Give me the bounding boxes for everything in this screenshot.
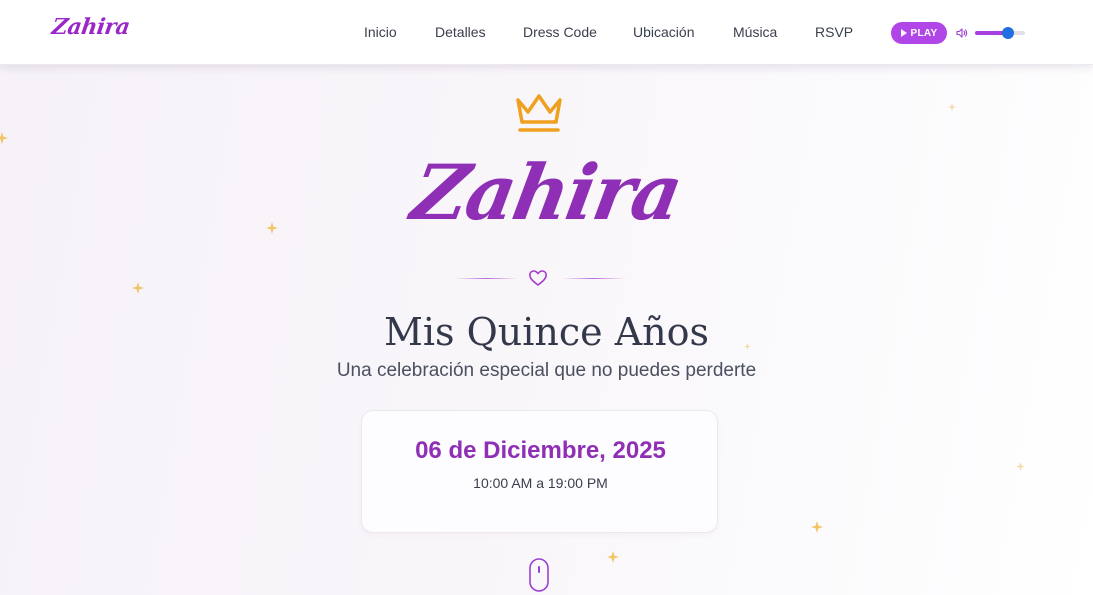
sparkle-icon bbox=[948, 103, 956, 111]
nav-link-rsvp[interactable]: RSVP bbox=[815, 24, 853, 40]
date-card: 06 de Diciembre, 2025 10:00 AM a 19:00 P… bbox=[361, 410, 718, 533]
volume-slider[interactable] bbox=[975, 27, 1025, 39]
sparkle-icon bbox=[1016, 462, 1025, 471]
sparkle-icon bbox=[607, 551, 619, 563]
heart-icon bbox=[529, 270, 547, 286]
divider-line-right bbox=[562, 278, 625, 279]
event-time: 10:00 AM a 19:00 PM bbox=[473, 475, 608, 491]
hero-name: Zahira bbox=[405, 148, 688, 237]
hero-tagline: Una celebración especial que no puedes p… bbox=[336, 360, 757, 381]
navbar: Zahira Inicio Detalles Dress Code Ubicac… bbox=[0, 0, 1093, 65]
brand-logo[interactable]: Zahira bbox=[50, 14, 131, 40]
sparkle-icon bbox=[0, 132, 8, 144]
nav-link-inicio[interactable]: Inicio bbox=[364, 24, 397, 40]
mouse-scroll-icon[interactable] bbox=[529, 558, 549, 592]
page: Zahira Inicio Detalles Dress Code Ubicac… bbox=[0, 0, 1093, 595]
divider-line-left bbox=[455, 278, 518, 279]
hero-subtitle: Mis Quince Años bbox=[383, 310, 710, 354]
sparkle-icon bbox=[811, 521, 823, 533]
nav-link-musica[interactable]: Música bbox=[733, 24, 777, 40]
volume-slider-thumb[interactable] bbox=[1001, 27, 1014, 39]
nav-link-detalles[interactable]: Detalles bbox=[435, 24, 486, 40]
nav-link-dress-code[interactable]: Dress Code bbox=[523, 24, 597, 40]
heart-divider bbox=[0, 268, 1093, 290]
nav-link-ubicacion[interactable]: Ubicación bbox=[633, 24, 694, 40]
event-date: 06 de Diciembre, 2025 bbox=[415, 437, 666, 464]
volume-icon[interactable] bbox=[956, 27, 968, 39]
play-button-label: PLAY bbox=[910, 27, 938, 39]
play-icon bbox=[900, 29, 907, 37]
play-button[interactable]: PLAY bbox=[891, 22, 947, 44]
crown-icon bbox=[516, 94, 562, 132]
